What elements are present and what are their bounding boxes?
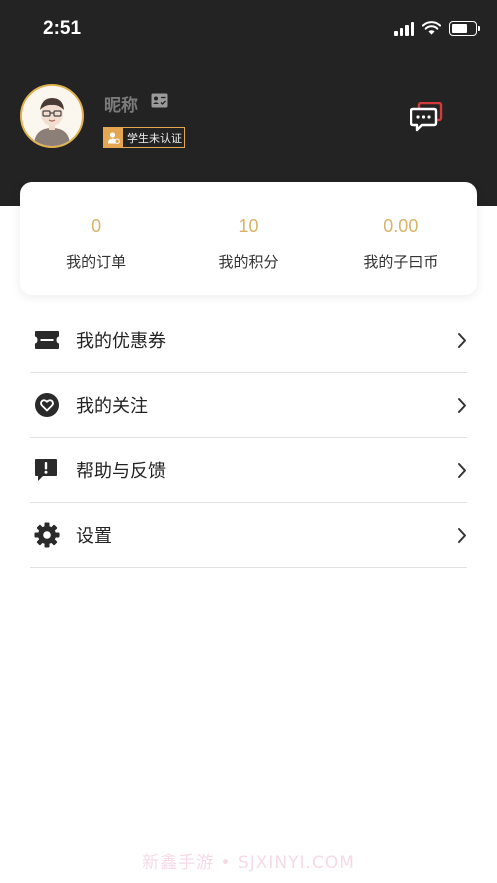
- menu-item-settings[interactable]: 设置: [30, 503, 467, 568]
- avatar[interactable]: [20, 84, 84, 148]
- stat-points[interactable]: 10 我的积分: [172, 182, 324, 295]
- menu-item-follows[interactable]: 我的关注: [30, 373, 467, 438]
- menu-list: 我的优惠券 我的关注 帮助与反馈 设置: [30, 308, 467, 568]
- stat-orders[interactable]: 0 我的订单: [20, 182, 172, 295]
- stat-value: 10: [238, 216, 259, 236]
- stat-value: 0: [91, 216, 102, 236]
- watermark: 新鑫手游 • SJXINYI.COM: [142, 853, 355, 873]
- status-bar: 2:51: [0, 0, 497, 60]
- stat-label: 我的积分: [218, 253, 279, 271]
- coupon-icon: [34, 330, 70, 350]
- cellular-signal-icon: [394, 20, 414, 36]
- menu-item-label: 我的优惠券: [76, 331, 166, 352]
- chevron-right-icon: [458, 333, 466, 348]
- battery-icon: [449, 20, 480, 36]
- wifi-icon: [422, 20, 441, 35]
- stat-value: 0.00: [383, 216, 419, 236]
- id-card-icon[interactable]: [151, 93, 168, 108]
- student-badge-text: 学生未认证: [127, 131, 182, 145]
- status-time: 2:51: [43, 18, 82, 39]
- chevron-right-icon: [458, 398, 466, 413]
- menu-item-coupons[interactable]: 我的优惠券: [30, 308, 467, 373]
- menu-item-label: 帮助与反馈: [76, 461, 166, 482]
- menu-item-label: 设置: [76, 526, 112, 547]
- chevron-right-icon: [458, 463, 466, 478]
- feedback-icon: [34, 458, 70, 482]
- nickname[interactable]: 昵称: [104, 91, 138, 116]
- stat-label: 我的订单: [66, 253, 127, 271]
- message-icon[interactable]: [410, 102, 444, 132]
- stats-card: 0 我的订单 10 我的积分 0.00 我的子曰币: [20, 182, 477, 295]
- student-icon: [104, 128, 123, 147]
- chevron-right-icon: [458, 528, 466, 543]
- menu-item-help-feedback[interactable]: 帮助与反馈: [30, 438, 467, 503]
- gear-icon: [34, 522, 70, 548]
- avatar-illustration: [22, 86, 82, 146]
- status-icons: [394, 20, 480, 36]
- student-verification-badge[interactable]: 学生未认证: [103, 127, 185, 148]
- menu-item-label: 我的关注: [76, 396, 148, 417]
- stat-label: 我的子曰币: [363, 253, 439, 271]
- stat-coins[interactable]: 0.00 我的子曰币: [325, 182, 477, 295]
- heart-icon: [34, 392, 70, 418]
